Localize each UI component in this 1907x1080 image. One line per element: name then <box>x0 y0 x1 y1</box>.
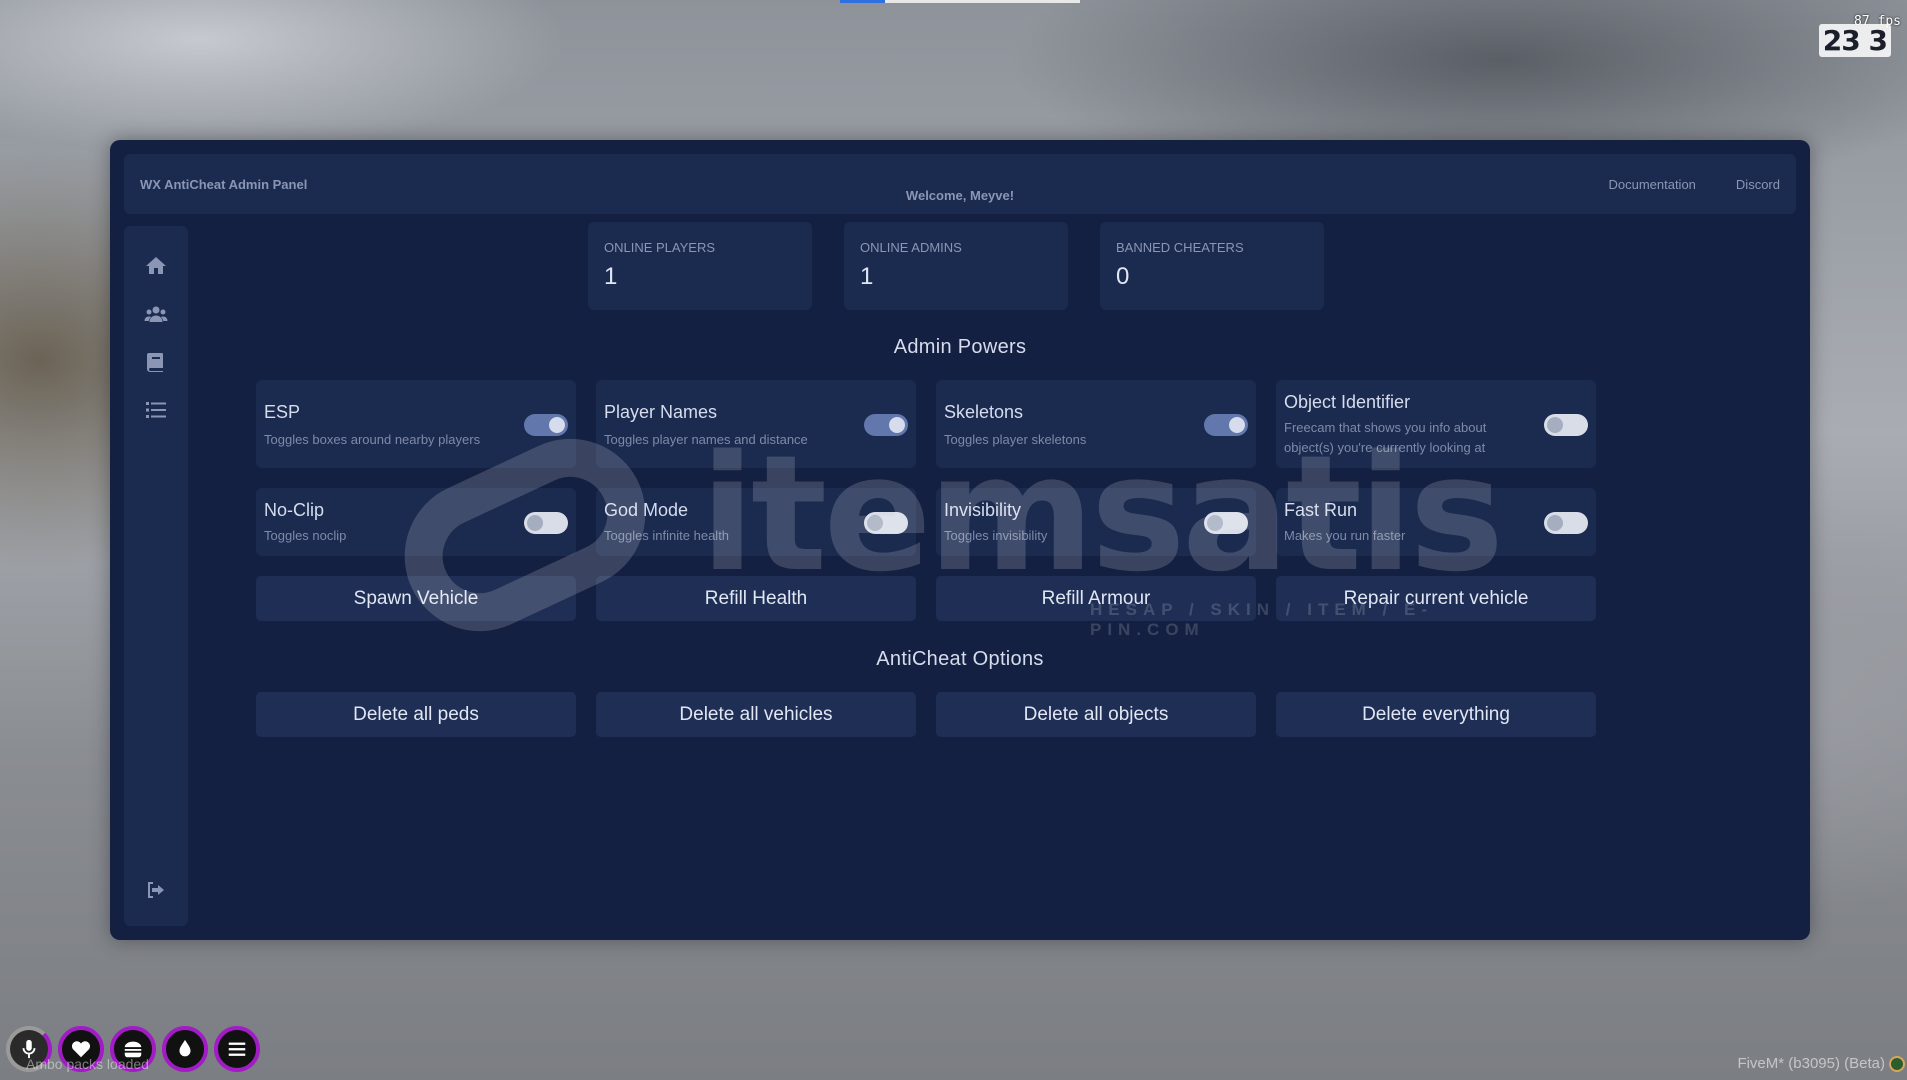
card-title: Player Names <box>604 402 718 422</box>
toggle-card-skeletons: Skeletons Toggles player skeletons <box>936 380 1256 468</box>
home-icon[interactable] <box>144 254 168 278</box>
card-description: Toggles noclip <box>264 528 347 543</box>
card-description: Makes you run faster <box>1284 528 1406 543</box>
noclip-toggle[interactable] <box>524 512 568 534</box>
header-links: Documentation Discord <box>1608 177 1780 192</box>
refill-health-button[interactable]: Refill Health <box>596 576 916 621</box>
stat-value: 1 <box>860 263 874 290</box>
spawn-vehicle-button[interactable]: Spawn Vehicle <box>256 576 576 621</box>
admin-panel: WX AntiCheat Admin Panel Welcome, Meyve!… <box>110 140 1810 940</box>
repair-vehicle-button[interactable]: Repair current vehicle <box>1276 576 1596 621</box>
admin-powers-title: Admin Powers <box>893 336 1027 358</box>
object-identifier-toggle[interactable] <box>1544 414 1588 436</box>
toggle-card-god-mode: God Mode Toggles infinite health <box>596 488 916 556</box>
card-title: Invisibility <box>944 500 1022 520</box>
esp-toggle[interactable] <box>524 414 568 436</box>
card-title: ESP <box>264 402 301 422</box>
card-title: Skeletons <box>944 402 1024 422</box>
logout-icon[interactable] <box>144 878 168 902</box>
toggle-card-invisibility: Invisibility Toggles invisibility <box>936 488 1256 556</box>
card-description: Toggles invisibility <box>944 528 1048 543</box>
delete-everything-button[interactable]: Delete everything <box>1276 692 1596 737</box>
loading-bar <box>840 0 1080 3</box>
toggle-card-esp: ESP Toggles boxes around nearby players <box>256 380 576 468</box>
stat-value: 1 <box>604 263 618 290</box>
sidebar <box>124 226 188 926</box>
anticheat-options-title: AntiCheat Options <box>876 648 1044 670</box>
toggle-card-fast-run: Fast Run Makes you run faster <box>1276 488 1596 556</box>
card-title: Object Identifier <box>1284 392 1411 412</box>
stat-online-players: ONLINE PLAYERS 1 <box>588 222 812 310</box>
card-title: Fast Run <box>1284 500 1358 520</box>
users-icon[interactable] <box>144 302 168 326</box>
skeletons-toggle[interactable] <box>1204 414 1248 436</box>
card-description: Freecam that shows you info about object… <box>1284 420 1487 455</box>
documentation-link[interactable]: Documentation <box>1608 177 1695 192</box>
menu-icon <box>214 1026 260 1072</box>
stat-label: ONLINE ADMINS <box>860 240 962 255</box>
fivem-icon <box>1889 1056 1905 1072</box>
stat-online-admins: ONLINE ADMINS 1 <box>844 222 1068 310</box>
stat-label: ONLINE PLAYERS <box>604 240 716 255</box>
player-names-toggle[interactable] <box>864 414 908 436</box>
stat-value: 0 <box>1116 263 1130 290</box>
card-title: God Mode <box>604 500 689 520</box>
delete-objects-button[interactable]: Delete all objects <box>936 692 1256 737</box>
delete-peds-button[interactable]: Delete all peds <box>256 692 576 737</box>
discord-link[interactable]: Discord <box>1736 177 1780 192</box>
stat-banned-cheaters: BANNED CHEATERS 0 <box>1100 222 1324 310</box>
delete-vehicles-button[interactable]: Delete all vehicles <box>596 692 916 737</box>
toggle-card-noclip: No-Clip Toggles noclip <box>256 488 576 556</box>
card-description: Toggles boxes around nearby players <box>264 432 481 447</box>
panel-header: WX AntiCheat Admin Panel Welcome, Meyve!… <box>124 154 1796 214</box>
stat-label: BANNED CHEATERS <box>1116 240 1244 255</box>
toggle-card-object-identifier: Object Identifier Freecam that shows you… <box>1276 380 1596 468</box>
list-icon[interactable] <box>144 398 168 422</box>
refill-armour-button[interactable]: Refill Armour <box>936 576 1256 621</box>
card-description: Toggles player names and distance <box>604 432 808 447</box>
welcome-text: Welcome, Meyve! <box>905 188 1015 203</box>
loading-status-text: Ambo packs loaded <box>26 1056 149 1072</box>
card-title: No-Clip <box>264 500 325 520</box>
panel-title: WX AntiCheat Admin Panel <box>140 176 308 192</box>
water-drop-icon <box>162 1026 208 1072</box>
god-mode-toggle[interactable] <box>864 512 908 534</box>
toggle-card-player-names: Player Names Toggles player names and di… <box>596 380 916 468</box>
invisibility-toggle[interactable] <box>1204 512 1248 534</box>
card-description: Toggles infinite health <box>604 528 730 543</box>
card-description: Toggles player skeletons <box>944 432 1087 447</box>
fast-run-toggle[interactable] <box>1544 512 1588 534</box>
client-version: FiveM* (b3095) (Beta) <box>1737 1055 1885 1072</box>
game-clock: 23 3 <box>1818 24 1891 57</box>
